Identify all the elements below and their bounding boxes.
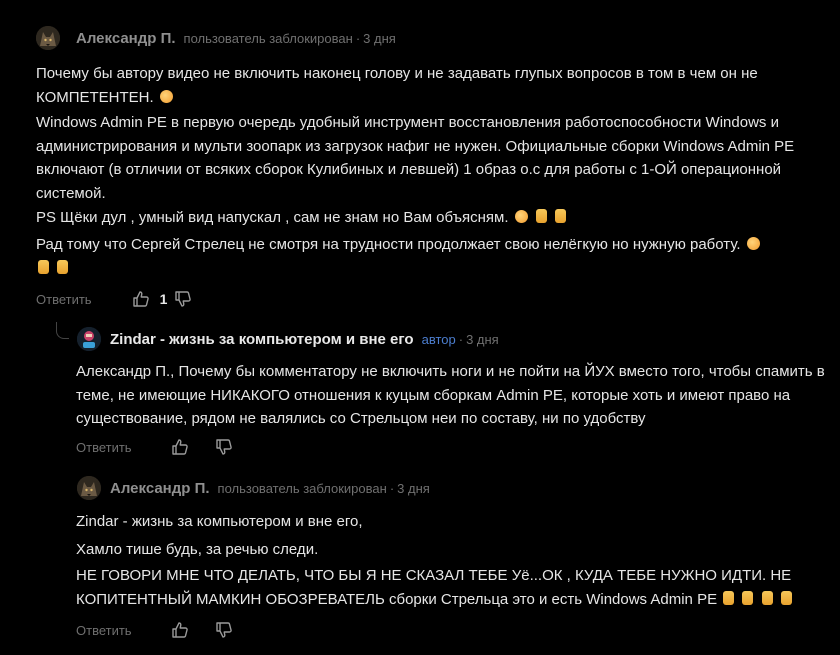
comment-header: Александр П. пользователь заблокирован ·…	[110, 480, 430, 497]
reply-button[interactable]: Ответить	[36, 292, 92, 307]
separator-dot: ·	[458, 332, 464, 347]
wolf-avatar-icon[interactable]	[36, 26, 60, 50]
upside-down-face-icon	[746, 237, 760, 250]
flushed-face-icon	[514, 210, 528, 223]
thumb-up-icon[interactable]	[131, 289, 151, 309]
separator-dot: ·	[355, 31, 361, 46]
comment-paragraph: Zindar - жизнь за компьютером и вне его,	[76, 513, 363, 530]
reply-button[interactable]: Ответить	[76, 623, 132, 638]
comment-text: Почему бы автору видео не включить након…	[36, 65, 758, 106]
thumbs-down-emoji-icon	[535, 209, 547, 223]
comment-actions: Ответить	[76, 620, 234, 640]
comment-paragraph: Хамло тише будь, за речью следи.	[76, 541, 319, 558]
author-name[interactable]: Александр П.	[110, 480, 210, 497]
thumb-down-icon[interactable]	[214, 437, 234, 457]
comment-paragraph: Почему бы автору видео не включить након…	[36, 62, 836, 109]
thread-connector	[56, 322, 69, 339]
thumb-down-icon[interactable]	[214, 620, 234, 640]
reply-button[interactable]: Ответить	[76, 440, 132, 455]
flushed-face-icon	[159, 89, 173, 103]
comment-paragraph: НЕ ГОВОРИ МНЕ ЧТО ДЕЛАТЬ, ЧТО БЫ Я НЕ СК…	[76, 564, 828, 611]
comment-paragraph: Windows Admin PE в первую очередь удобны…	[36, 114, 795, 202]
comment-header: Александр П. пользователь заблокирован ·…	[76, 30, 396, 47]
user-status: пользователь заблокирован	[183, 31, 353, 46]
timestamp[interactable]: 3 дня	[397, 481, 430, 496]
user-status: пользователь заблокирован	[217, 481, 387, 496]
wolf-avatar-icon[interactable]	[77, 476, 101, 500]
like-count: 1	[159, 291, 168, 307]
comment-text: Александр П., Почему бы комментатору не …	[76, 363, 825, 427]
comment-text: Рад тому что Сергей Стрелец не смотря на…	[36, 236, 741, 253]
thumbs-down-emoji-icon	[761, 590, 773, 605]
comment-actions: Ответить 1	[36, 289, 193, 309]
author-badge: автор	[421, 332, 456, 347]
comment-paragraph: Рад тому что Сергей Стрелец не смотря на…	[36, 233, 836, 280]
thumbs-up-emoji-icon	[38, 259, 49, 274]
timestamp[interactable]: 3 дня	[466, 332, 499, 347]
thumb-up-icon[interactable]	[170, 620, 190, 640]
pointing-up-emoji-icon	[742, 590, 754, 605]
thumbs-down-emoji-icon	[555, 209, 567, 223]
separator-dot: ·	[389, 481, 395, 496]
thumbs-down-emoji-icon	[780, 590, 792, 605]
comment-text: НЕ ГОВОРИ МНЕ ЧТО ДЕЛАТЬ, ЧТО БЫ Я НЕ СК…	[76, 567, 792, 608]
author-name[interactable]: Zindar - жизнь за компьютером и вне его	[110, 331, 414, 348]
thumb-down-icon[interactable]	[173, 289, 193, 309]
thumbs-up-emoji-icon	[57, 259, 69, 274]
comment-header: Zindar - жизнь за компьютером и вне его …	[110, 331, 499, 348]
comment-text: PS Щёки дул , умный вид напускал , сам н…	[36, 209, 509, 226]
comment-actions: Ответить	[76, 437, 234, 457]
zindar-avatar-icon[interactable]	[77, 327, 101, 351]
comment-paragraph: PS Щёки дул , умный вид напускал , сам н…	[36, 206, 836, 230]
thumb-up-icon[interactable]	[170, 437, 190, 457]
pointing-up-emoji-icon	[723, 590, 735, 605]
author-name[interactable]: Александр П.	[76, 30, 176, 47]
timestamp[interactable]: 3 дня	[363, 31, 396, 46]
